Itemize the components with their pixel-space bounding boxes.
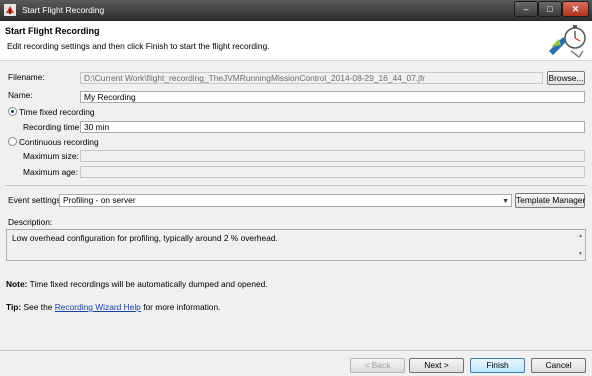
name-label: Name:	[8, 90, 33, 100]
scroll-down-icon[interactable]: ▼	[578, 251, 583, 257]
tip-before: See the	[23, 302, 53, 312]
recording-time-input[interactable]: 30 min	[80, 121, 585, 133]
maximum-size-label: Maximum size:	[23, 151, 79, 161]
maximize-button[interactable]: □	[538, 1, 562, 17]
note-text: Note: Time fixed recordings will be auto…	[6, 279, 268, 289]
window-title: Start Flight Recording	[22, 5, 105, 15]
filename-label: Filename:	[8, 72, 45, 82]
maximum-age-input[interactable]	[80, 166, 585, 178]
filename-field: D:\Current Work\flight_recording_TheJVMR…	[80, 72, 543, 84]
event-settings-value: Profiling - on server	[63, 195, 136, 205]
browse-button[interactable]: Browse...	[547, 71, 585, 85]
wizard-header: Start Flight Recording Edit recording se…	[0, 21, 592, 61]
continuous-label: Continuous recording	[19, 137, 99, 147]
cancel-button[interactable]: Cancel	[531, 358, 586, 373]
java-mission-control-icon	[4, 4, 16, 16]
minimize-button[interactable]: ‒	[514, 1, 538, 17]
recording-time-label: Recording time:	[23, 122, 82, 132]
time-fixed-radio[interactable]	[8, 107, 17, 116]
description-area: Low overhead configuration for profiling…	[6, 229, 586, 261]
footer-separator	[0, 350, 592, 351]
scroll-up-icon[interactable]: ▲	[578, 233, 583, 239]
flight-recording-wizard-icon	[549, 25, 586, 58]
maximum-age-label: Maximum age:	[23, 167, 78, 177]
separator	[5, 185, 587, 186]
event-settings-label: Event settings:	[8, 195, 63, 205]
page-title: Start Flight Recording	[5, 26, 100, 36]
recording-wizard-help-link[interactable]: Recording Wizard Help	[55, 302, 141, 312]
next-button[interactable]: Next >	[409, 358, 464, 373]
template-manager-button[interactable]: Template Manager	[515, 193, 585, 208]
time-fixed-label: Time fixed recording	[19, 107, 95, 117]
window-titlebar: Start Flight Recording ‒ □ ✕	[0, 0, 592, 21]
tip-text: Tip: See the Recording Wizard Help for m…	[6, 302, 220, 312]
continuous-radio[interactable]	[8, 137, 17, 146]
description-text: Low overhead configuration for profiling…	[12, 233, 278, 243]
dropdown-arrow-icon: ▼	[502, 198, 509, 205]
maximum-size-input[interactable]	[80, 150, 585, 162]
back-button[interactable]: < Back	[350, 358, 405, 373]
close-button[interactable]: ✕	[562, 1, 589, 17]
finish-button[interactable]: Finish	[470, 358, 525, 373]
note-prefix: Note:	[6, 279, 28, 289]
event-settings-dropdown[interactable]: Profiling - on server ▼	[59, 194, 512, 207]
tip-after: for more information.	[143, 302, 221, 312]
description-label: Description:	[8, 217, 53, 227]
recording-name-input[interactable]: My Recording	[80, 91, 585, 103]
tip-prefix: Tip:	[6, 302, 22, 312]
page-description: Edit recording settings and then click F…	[7, 41, 270, 51]
note-body: Time fixed recordings will be automatica…	[29, 279, 268, 289]
